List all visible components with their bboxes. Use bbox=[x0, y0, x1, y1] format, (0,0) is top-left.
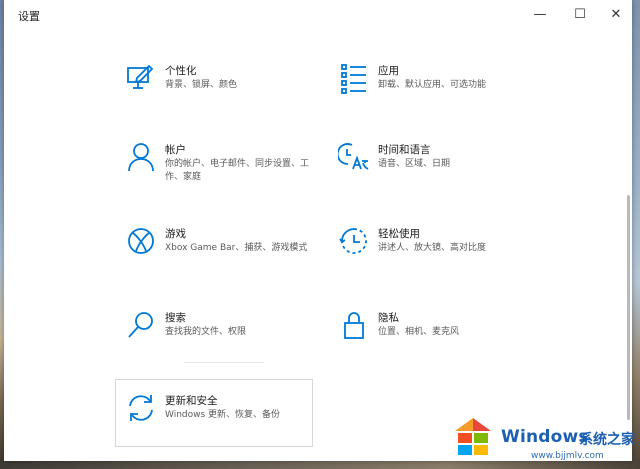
maximize-button[interactable]: ☐ bbox=[560, 2, 600, 26]
personalization-icon bbox=[125, 62, 157, 94]
settings-window: 设置 — ☐ ✕ 个性化 背景、锁屏、颜色 应用 卸载、默认应用、可选功能 帐户… bbox=[4, 0, 632, 461]
close-button[interactable]: ✕ bbox=[596, 2, 636, 26]
lock-icon bbox=[338, 309, 370, 341]
category-search[interactable]: 搜索 查找我的文件、权限 bbox=[125, 309, 325, 379]
apps-icon bbox=[338, 62, 370, 94]
search-icon bbox=[125, 309, 157, 341]
category-time-language[interactable]: 时间和语言 语音、区域、日期 bbox=[336, 141, 538, 211]
category-accounts[interactable]: 帐户 你的帐户、电子邮件、同步设置、工作、家庭 bbox=[125, 141, 325, 211]
window-title: 设置 bbox=[18, 10, 40, 23]
category-personalization[interactable]: 个性化 背景、锁屏、颜色 bbox=[125, 62, 325, 132]
watermark-url: www.bjjmlv.com bbox=[531, 451, 604, 461]
category-desc: 卸载、默认应用、可选功能 bbox=[378, 80, 487, 90]
category-name: 个性化 bbox=[165, 65, 197, 77]
category-desc: 语音、区域、日期 bbox=[378, 159, 451, 169]
category-name: 隐私 bbox=[378, 312, 399, 324]
windows-flag-icon bbox=[451, 415, 495, 459]
update-icon bbox=[125, 392, 157, 424]
category-desc: 讲述人、放大镜、高对比度 bbox=[378, 243, 487, 253]
category-name: 轻松使用 bbox=[378, 228, 420, 240]
category-name: 游戏 bbox=[165, 228, 186, 240]
category-update-security[interactable]: 更新和安全 Windows 更新、恢复、备份 bbox=[125, 392, 325, 462]
time-language-icon bbox=[336, 141, 370, 173]
category-gaming[interactable]: 游戏 Xbox Game Bar、捕获、游戏模式 bbox=[125, 225, 325, 295]
minimize-button[interactable]: — bbox=[520, 2, 560, 26]
category-desc: 你的帐户、电子邮件、同步设置、工作、家庭 bbox=[165, 159, 310, 182]
watermark-logo: Windows 系统之家 www.bjjmlv.com bbox=[445, 407, 640, 469]
category-desc: 背景、锁屏、颜色 bbox=[165, 80, 238, 90]
category-desc: 查找我的文件、权限 bbox=[165, 327, 247, 337]
category-name: 更新和安全 bbox=[165, 395, 218, 407]
category-ease-of-access[interactable]: 轻松使用 讲述人、放大镜、高对比度 bbox=[338, 225, 538, 295]
category-name: 应用 bbox=[378, 65, 399, 77]
category-name: 时间和语言 bbox=[378, 144, 431, 156]
accounts-icon bbox=[125, 141, 157, 173]
watermark-brand: Windows bbox=[501, 427, 589, 447]
category-name: 搜索 bbox=[165, 312, 186, 324]
category-desc: Xbox Game Bar、捕获、游戏模式 bbox=[165, 243, 308, 253]
title-bar[interactable]: 设置 — ☐ ✕ bbox=[4, 0, 632, 30]
category-desc: 位置、相机、麦克风 bbox=[378, 327, 460, 337]
xbox-icon bbox=[125, 225, 157, 257]
category-name: 帐户 bbox=[165, 144, 186, 156]
section-divider bbox=[184, 362, 264, 363]
scrollbar[interactable] bbox=[627, 195, 630, 420]
watermark-brand-suffix: 系统之家 bbox=[579, 432, 635, 448]
category-apps[interactable]: 应用 卸载、默认应用、可选功能 bbox=[338, 62, 538, 132]
category-desc: Windows 更新、恢复、备份 bbox=[165, 410, 281, 420]
ease-of-access-icon bbox=[338, 225, 370, 257]
category-privacy[interactable]: 隐私 位置、相机、麦克风 bbox=[338, 309, 538, 379]
